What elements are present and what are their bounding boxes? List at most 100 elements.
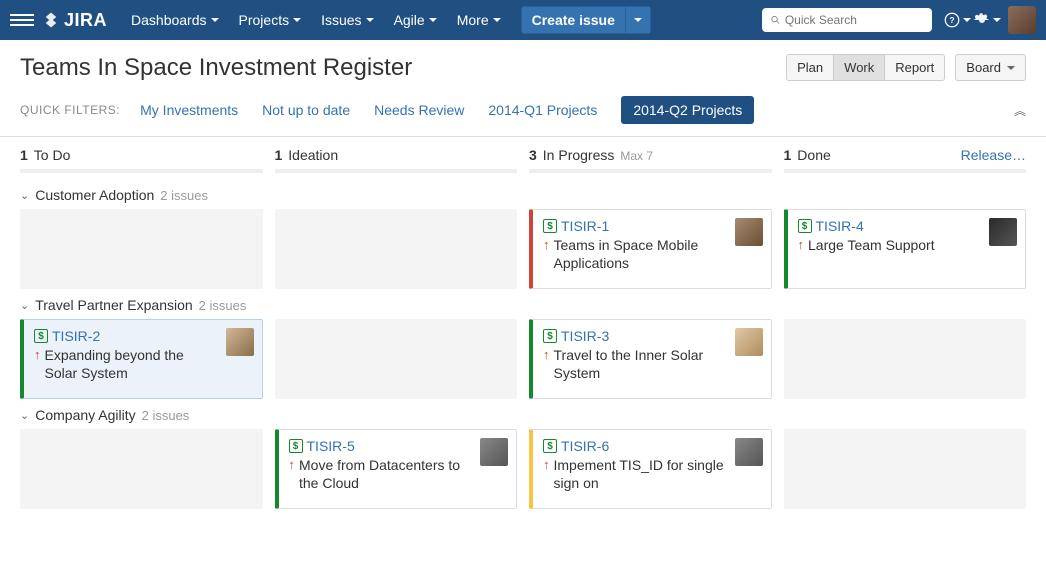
empty-cell[interactable] [275, 319, 518, 399]
issue-card[interactable]: $ TISIR-6 ↑Impement TIS_ID for single sign… [529, 429, 772, 509]
issue-type-icon: $ [798, 219, 812, 233]
collapse-icon[interactable]: ︽ [1014, 102, 1026, 119]
page-header: Teams In Space Investment Register PlanW… [0, 40, 1046, 82]
column-header: 3In ProgressMax 7 [529, 147, 772, 163]
assignee-avatar[interactable] [735, 328, 763, 356]
chevron-down-icon [493, 18, 501, 22]
column-header: 1DoneRelease… [784, 147, 1027, 163]
chevron-down-icon [366, 18, 374, 22]
swimlane-header[interactable]: ⌄Travel Partner Expansion2 issues [20, 297, 1026, 313]
empty-cell[interactable] [20, 429, 263, 509]
issue-card[interactable]: $ TISIR-1 ↑Teams in Space Mobile Applicati… [529, 209, 772, 289]
empty-cell[interactable] [275, 209, 518, 289]
swimlane-row: $TISIR-2↑Expanding beyond the Solar Syst… [20, 319, 1026, 399]
quick-search[interactable] [762, 8, 932, 32]
column-header: 1Ideation [275, 147, 518, 163]
empty-cell[interactable] [20, 209, 263, 289]
chevron-down-icon: ⌄ [20, 299, 29, 312]
board-dropdown[interactable]: Board [955, 54, 1026, 81]
search-input[interactable] [785, 13, 924, 27]
jira-logo[interactable]: JIRA [42, 10, 107, 31]
menu-icon[interactable] [10, 14, 34, 26]
priority-icon: ↑ [543, 346, 550, 364]
quick-filter[interactable]: My Investments [140, 102, 238, 118]
settings-icon[interactable] [972, 0, 1002, 40]
priority-icon: ↑ [289, 456, 296, 474]
view-work[interactable]: Work [834, 55, 885, 80]
logo-text: JIRA [64, 10, 107, 31]
nav-item-projects[interactable]: Projects [229, 0, 312, 40]
chevron-down-icon [1007, 66, 1015, 70]
issue-type-icon: $ [289, 439, 303, 453]
issue-summary: Travel to the Inner Solar System [554, 346, 761, 382]
create-issue-dropdown[interactable] [626, 7, 650, 33]
issue-type-icon: $ [34, 329, 48, 343]
issue-summary: Impement TIS_ID for single sign on [554, 456, 761, 492]
release-link[interactable]: Release… [961, 147, 1026, 163]
assignee-avatar[interactable] [480, 438, 508, 466]
issue-summary: Move from Datacenters to the Cloud [299, 456, 506, 492]
assignee-avatar[interactable] [735, 218, 763, 246]
issue-type-icon: $ [543, 329, 557, 343]
view-report[interactable]: Report [885, 55, 944, 80]
page-title: Teams In Space Investment Register [20, 54, 786, 82]
column-header: 1To Do [20, 147, 263, 163]
top-nav: JIRA DashboardsProjectsIssuesAgileMore C… [0, 0, 1046, 40]
board: 1To Do 1Ideation 3In ProgressMax 7 1DoneRel… [0, 137, 1046, 519]
priority-icon: ↑ [34, 346, 41, 364]
quick-filter[interactable]: Not up to date [262, 102, 350, 118]
issue-card[interactable]: $ TISIR-3 ↑Travel to the Inner Solar Syste… [529, 319, 772, 399]
jira-icon [42, 11, 60, 29]
assignee-avatar[interactable] [735, 438, 763, 466]
empty-cell[interactable] [784, 319, 1027, 399]
columns-header: 1To Do 1Ideation 3In ProgressMax 7 1DoneRel… [20, 147, 1026, 163]
chevron-down-icon: ⌄ [20, 409, 29, 422]
priority-icon: ↑ [798, 236, 805, 254]
issue-summary: Teams in Space Mobile Applications [554, 236, 761, 272]
svg-text:?: ? [949, 16, 954, 25]
chevron-down-icon [963, 18, 971, 22]
nav-item-agile[interactable]: Agile [384, 0, 447, 40]
nav-item-more[interactable]: More [447, 0, 511, 40]
chevron-down-icon [993, 18, 1001, 22]
issue-key[interactable]: TISIR-6 [561, 438, 609, 454]
issue-type-icon: $ [543, 219, 557, 233]
chevron-down-icon [293, 18, 301, 22]
chevron-down-icon [429, 18, 437, 22]
assignee-avatar[interactable] [226, 328, 254, 356]
issue-card[interactable]: $ TISIR-5 ↑Move from Datacenters to the Cl… [275, 429, 518, 509]
swimlane-header[interactable]: ⌄Customer Adoption2 issues [20, 187, 1026, 203]
help-icon[interactable]: ? [942, 0, 972, 40]
issue-type-icon: $ [543, 439, 557, 453]
quick-filter[interactable]: 2014-Q2 Projects [621, 96, 754, 124]
view-switcher: PlanWorkReport [786, 54, 945, 81]
issue-card[interactable]: $TISIR-4↑Large Team Support [784, 209, 1027, 289]
user-avatar[interactable] [1008, 6, 1036, 34]
issue-key[interactable]: TISIR-1 [561, 218, 609, 234]
issue-summary: Expanding beyond the Solar System [45, 346, 252, 382]
issue-key[interactable]: TISIR-5 [307, 438, 355, 454]
chevron-down-icon [634, 18, 642, 22]
quick-filter[interactable]: Needs Review [374, 102, 464, 118]
quick-filters: QUICK FILTERS: My Investments Not up to d… [0, 82, 1046, 136]
swimlane-header[interactable]: ⌄Company Agility2 issues [20, 407, 1026, 423]
assignee-avatar[interactable] [989, 218, 1017, 246]
chevron-down-icon: ⌄ [20, 189, 29, 202]
quick-filters-label: QUICK FILTERS: [20, 103, 120, 117]
priority-icon: ↑ [543, 236, 550, 254]
view-plan[interactable]: Plan [787, 55, 834, 80]
issue-key[interactable]: TISIR-3 [561, 328, 609, 344]
issue-card[interactable]: $ TISIR-2 ↑Expanding beyond the Solar Syst… [20, 319, 263, 399]
issue-key[interactable]: TISIR-4 [816, 218, 864, 234]
board-label: Board [966, 60, 1001, 75]
empty-cell[interactable] [784, 429, 1027, 509]
nav-item-issues[interactable]: Issues [311, 0, 383, 40]
create-issue-button[interactable]: Create issue [522, 7, 626, 33]
quick-filter[interactable]: 2014-Q1 Projects [488, 102, 597, 118]
nav-item-dashboards[interactable]: Dashboards [121, 0, 229, 40]
search-icon [770, 14, 781, 26]
swimlane-row: $TISIR-5↑Move from Datacenters to the Cl… [20, 429, 1026, 509]
issue-key[interactable]: TISIR-2 [52, 328, 100, 344]
swimlane-row: $TISIR-1↑Teams in Space Mobile Applicati… [20, 209, 1026, 289]
priority-icon: ↑ [543, 456, 550, 474]
